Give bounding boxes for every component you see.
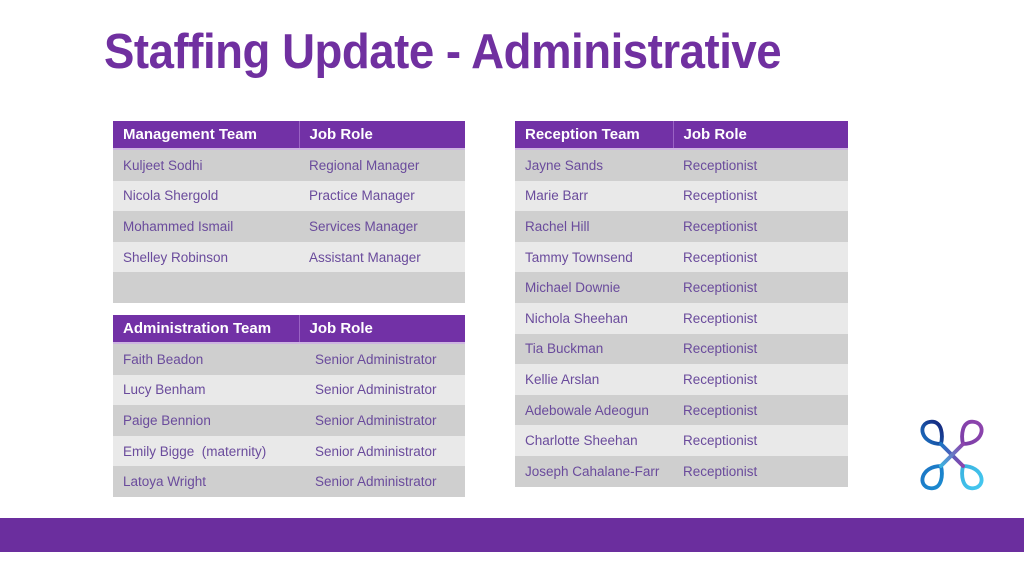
cell-name: Tia Buckman (515, 333, 673, 365)
table-header-row: Administration Team Job Role (113, 315, 465, 344)
cell-role (299, 272, 465, 303)
cell-name: Kellie Arslan (515, 364, 673, 395)
cell-role: Receptionist (673, 425, 848, 456)
cell-name: Jayne Sands (515, 149, 673, 181)
table-row[interactable]: Marie Barr Receptionist (515, 180, 848, 212)
cell-name (113, 272, 299, 303)
administration-team-table: Administration Team Job Role Faith Beado… (113, 315, 465, 497)
table-row[interactable]: Nichola Sheehan Receptionist (515, 302, 848, 334)
management-table-body: Kuljeet Sodhi Regional Manager Nicola Sh… (113, 149, 465, 303)
administration-table-body: Faith Beadon Senior Administrator Lucy B… (113, 343, 465, 497)
table-row[interactable]: Rachel Hill Receptionist (515, 211, 848, 242)
cell-role: Receptionist (673, 394, 848, 426)
table-row[interactable]: Tammy Townsend Receptionist (515, 241, 848, 273)
cell-name: Nicola Shergold (113, 180, 299, 212)
cell-role: Practice Manager (299, 180, 465, 212)
cell-role: Senior Administrator (299, 405, 465, 436)
cell-name: Charlotte Sheehan (515, 425, 673, 456)
cell-name: Joseph Cahalane-Farr (515, 455, 673, 487)
table-row[interactable]: Joseph Cahalane-Farr Receptionist (515, 455, 848, 487)
slide-canvas: Staffing Update - Administrative Managem… (0, 0, 1024, 576)
clover-knot-logo (906, 409, 998, 501)
column-header-team: Reception Team (515, 121, 674, 150)
table-row[interactable]: Adebowale Adeogun Receptionist (515, 394, 848, 426)
clover-knot-icon (920, 419, 984, 491)
table-row[interactable]: Shelley Robinson Assistant Manager (113, 241, 465, 273)
table-row[interactable]: Latoya Wright Senior Administrator (113, 466, 465, 497)
footer-bar (0, 518, 1024, 552)
cell-role: Receptionist (673, 241, 848, 273)
cell-role: Receptionist (673, 272, 848, 303)
cell-name: Rachel Hill (515, 211, 673, 242)
table-row[interactable]: Lucy Benham Senior Administrator (113, 374, 465, 406)
cell-role: Receptionist (673, 149, 848, 181)
table-row[interactable]: Emily Bigge (maternity) Senior Administr… (113, 435, 465, 467)
column-header-team: Administration Team (113, 315, 300, 344)
table-row[interactable]: Mohammed Ismail Services Manager (113, 211, 465, 242)
table-row[interactable]: Nicola Shergold Practice Manager (113, 180, 465, 212)
management-team-table: Management Team Job Role Kuljeet Sodhi R… (113, 121, 465, 303)
table-row[interactable]: Tia Buckman Receptionist (515, 333, 848, 365)
cell-role: Senior Administrator (299, 374, 465, 406)
table-row[interactable]: Michael Downie Receptionist (515, 272, 848, 303)
reception-table-body: Jayne Sands Receptionist Marie Barr Rece… (515, 149, 848, 487)
cell-name: Paige Bennion (113, 405, 299, 436)
cell-role: Senior Administrator (299, 466, 465, 497)
cell-role: Receptionist (673, 455, 848, 487)
reception-team-table: Reception Team Job Role Jayne Sands Rece… (515, 121, 848, 487)
cell-role: Receptionist (673, 364, 848, 395)
table-header-row: Reception Team Job Role (515, 121, 848, 150)
cell-role: Receptionist (673, 333, 848, 365)
cell-name: Nichola Sheehan (515, 302, 673, 334)
cell-role: Receptionist (673, 211, 848, 242)
cell-name: Marie Barr (515, 180, 673, 212)
table-row[interactable]: Faith Beadon Senior Administrator (113, 343, 465, 375)
cell-name: Kuljeet Sodhi (113, 149, 299, 181)
cell-name: Emily Bigge (maternity) (113, 435, 299, 467)
table-row[interactable]: Paige Bennion Senior Administrator (113, 405, 465, 436)
cell-role: Regional Manager (299, 149, 465, 181)
table-row[interactable]: Kellie Arslan Receptionist (515, 364, 848, 395)
cell-role: Senior Administrator (299, 435, 465, 467)
table-header-row: Management Team Job Role (113, 121, 465, 150)
cell-role: Services Manager (299, 211, 465, 242)
cell-role: Senior Administrator (299, 343, 465, 375)
cell-name: Shelley Robinson (113, 241, 299, 273)
cell-name: Tammy Townsend (515, 241, 673, 273)
column-header-role: Job Role (299, 121, 465, 150)
cell-name: Michael Downie (515, 272, 673, 303)
column-header-team: Management Team (113, 121, 300, 150)
table-row[interactable]: Jayne Sands Receptionist (515, 149, 848, 181)
cell-role: Assistant Manager (299, 241, 465, 273)
column-header-role: Job Role (299, 315, 465, 344)
cell-name: Adebowale Adeogun (515, 394, 673, 426)
cell-name: Mohammed Ismail (113, 211, 299, 242)
cell-role: Receptionist (673, 180, 848, 212)
table-row[interactable]: Kuljeet Sodhi Regional Manager (113, 149, 465, 181)
cell-role: Receptionist (673, 302, 848, 334)
page-title: Staffing Update - Administrative (104, 25, 782, 79)
table-row[interactable]: Charlotte Sheehan Receptionist (515, 425, 848, 456)
cell-name: Faith Beadon (113, 343, 299, 375)
column-header-role: Job Role (673, 121, 848, 150)
table-row-empty[interactable] (113, 272, 465, 303)
cell-name: Latoya Wright (113, 466, 299, 497)
cell-name: Lucy Benham (113, 374, 299, 406)
